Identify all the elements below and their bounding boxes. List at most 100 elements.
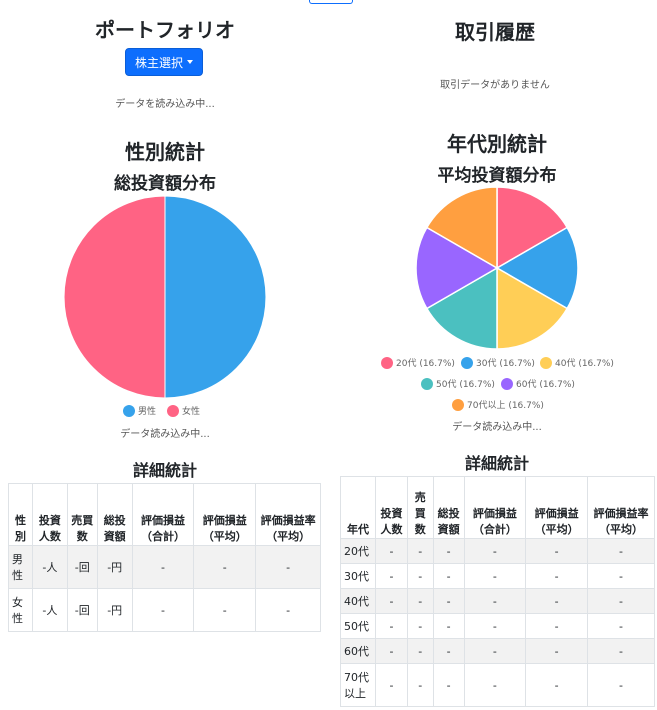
- table-row: 30代 - - - - - -: [340, 563, 655, 589]
- age-legend-20s[interactable]: 20代 (16.7%): [381, 356, 455, 369]
- table-row: 60代 - - - - - -: [340, 638, 655, 664]
- pie-slice[interactable]: [164, 195, 267, 399]
- gender-detail-title: 詳細統計: [132, 461, 197, 480]
- table-row: 20代 - - - - - -: [340, 538, 655, 564]
- age-legend-40s[interactable]: 40代 (16.7%): [540, 356, 614, 369]
- table-cell: -: [432, 588, 465, 614]
- age-legend-30s[interactable]: 30代 (16.7%): [461, 356, 535, 369]
- age-legend-70s-plus[interactable]: 70代以上 (16.7%): [452, 398, 544, 411]
- table-cell: -円: [96, 545, 133, 589]
- gender-pie-chart: [63, 195, 267, 399]
- shareholder-select-label: 株主選択: [134, 55, 183, 70]
- table-cell: -: [432, 663, 465, 707]
- table-cell: -: [587, 613, 655, 639]
- table-row: 70代以上 - - - - - -: [340, 663, 655, 707]
- table-row: 男性 -人 -回 -円 - - -: [8, 545, 321, 589]
- table-header: 売買数: [66, 483, 98, 546]
- table-cell: -回: [66, 588, 98, 632]
- age-detail-title: 詳細統計: [464, 454, 529, 473]
- legend-label: 60代 (16.7%): [516, 380, 575, 390]
- legend-label: 20代 (16.7%): [396, 359, 455, 369]
- table-cell: -: [432, 613, 465, 639]
- table-cell: -: [587, 563, 655, 589]
- table-header: 投資人数: [375, 476, 408, 539]
- table-cell: -: [375, 638, 408, 664]
- portfolio-loading-text: データを読み込み中...: [115, 99, 215, 110]
- table-cell: -回: [66, 545, 98, 589]
- table-cell: -: [193, 588, 257, 632]
- table-cell: -: [131, 588, 195, 632]
- table-header-row: 性別 投資人数 売買数 総投資額 評価損益（合計） 評価損益（平均） 評価損益率…: [8, 483, 321, 546]
- table-cell: -: [375, 613, 408, 639]
- table-cell: -: [463, 588, 527, 614]
- table-cell: -: [463, 538, 527, 564]
- table-cell: -円: [96, 588, 133, 632]
- row-label-cell: 30代: [340, 563, 376, 589]
- table-cell: -人: [31, 545, 68, 589]
- gender-legend-female[interactable]: 女性: [167, 404, 200, 417]
- table-header: 総投資額: [432, 476, 465, 539]
- table-cell: -人: [31, 588, 68, 632]
- table-row: 40代 - - - - - -: [340, 588, 655, 614]
- table-cell: -: [525, 638, 589, 664]
- age-legend-60s[interactable]: 60代 (16.7%): [501, 377, 575, 390]
- table-cell: -: [463, 563, 527, 589]
- legend-swatch: [167, 404, 179, 417]
- gender-stats-table: 性別 投資人数 売買数 総投資額 評価損益（合計） 評価損益（平均） 評価損益率…: [8, 483, 321, 632]
- gender-chart-title: 総投資額分布: [114, 174, 216, 194]
- portfolio-title: ポートフォリオ: [95, 18, 235, 42]
- age-loading-text: データ読み込み中...: [452, 422, 542, 433]
- legend-label: 男性: [138, 407, 157, 417]
- table-cell: -: [525, 588, 589, 614]
- row-label-cell: 50代: [340, 613, 376, 639]
- age-chart-title: 平均投資額分布: [437, 166, 557, 186]
- legend-label: 女性: [182, 407, 201, 417]
- table-row: 50代 - - - - - -: [340, 613, 655, 639]
- table-header: 評価損益（合計）: [131, 483, 195, 546]
- table-cell: -: [525, 563, 589, 589]
- row-label-cell: 女性: [8, 588, 33, 632]
- age-stats-table: 年代 投資人数 売買数 総投資額 評価損益（合計） 評価損益（平均） 評価損益率…: [340, 476, 655, 707]
- table-cell: -: [375, 588, 408, 614]
- table-cell: -: [525, 538, 589, 564]
- table-header: 評価損益（平均）: [525, 476, 589, 539]
- table-cell: -: [432, 563, 465, 589]
- shareholder-select-button[interactable]: 株主選択: [125, 48, 203, 76]
- table-cell: -: [587, 663, 655, 707]
- table-cell: -: [432, 638, 465, 664]
- gender-loading-text: データ読み込み中...: [120, 429, 210, 440]
- age-stats-title: 年代別統計: [447, 132, 547, 156]
- legend-label: 40代 (16.7%): [555, 359, 614, 369]
- table-cell: -: [463, 663, 527, 707]
- table-cell: -: [587, 588, 655, 614]
- legend-swatch: [452, 398, 464, 411]
- gender-legend-male[interactable]: 男性: [123, 404, 156, 417]
- table-cell: -: [587, 538, 655, 564]
- table-cell: -: [587, 638, 655, 664]
- legend-swatch: [123, 404, 135, 417]
- table-cell: -: [255, 545, 321, 589]
- table-cell: -: [255, 588, 321, 632]
- row-label-cell: 40代: [340, 588, 376, 614]
- table-cell: -: [432, 538, 465, 564]
- row-label-cell: 男性: [8, 545, 33, 589]
- table-cell: -: [193, 545, 257, 589]
- legend-label: 30代 (16.7%): [476, 359, 535, 369]
- table-cell: -: [406, 663, 434, 707]
- table-cell: -: [375, 538, 408, 564]
- table-header: 総投資額: [96, 483, 133, 546]
- table-cell: -: [525, 663, 589, 707]
- age-legend-50s[interactable]: 50代 (16.7%): [421, 377, 495, 390]
- legend-swatch: [540, 356, 552, 369]
- table-cell: -: [525, 613, 589, 639]
- top-nav-button[interactable]: [309, 0, 353, 4]
- pie-slice[interactable]: [63, 195, 166, 399]
- table-header: 投資人数: [31, 483, 68, 546]
- legend-swatch: [461, 356, 473, 369]
- table-header: 売買数: [406, 476, 434, 539]
- table-cell: -: [375, 563, 408, 589]
- table-cell: -: [463, 638, 527, 664]
- table-cell: -: [131, 545, 195, 589]
- row-label-cell: 20代: [340, 538, 376, 564]
- table-header: 評価損益（合計）: [463, 476, 527, 539]
